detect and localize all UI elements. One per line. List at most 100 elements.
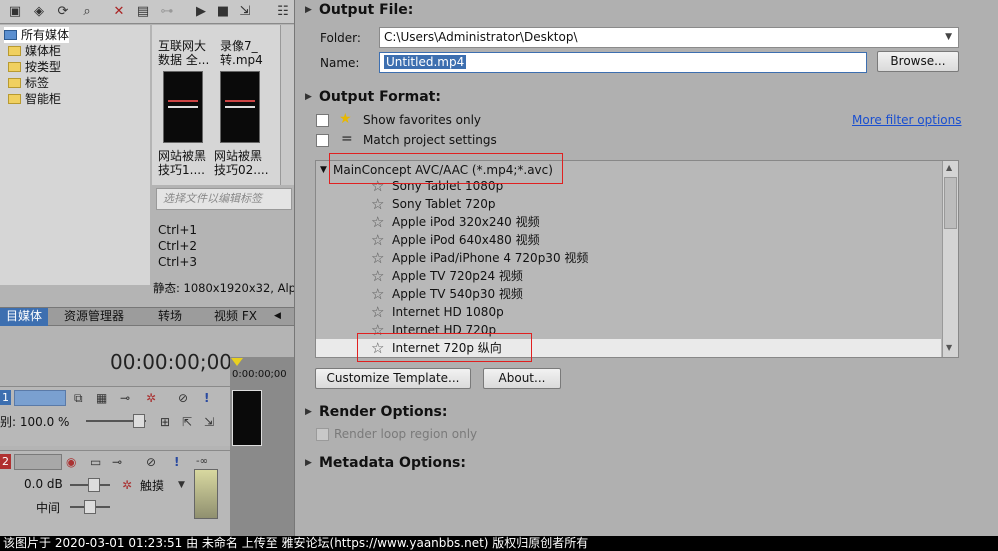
favorite-star-icon[interactable]: ☆ [371,196,384,212]
template-item[interactable]: ☆ Sony Tablet 720p [316,195,941,213]
track-collapse-icon[interactable]: ⇲ [204,415,214,429]
view-icon[interactable]: ☷ [274,3,292,21]
tab-video-fx[interactable]: 视频 FX [208,308,263,326]
favorite-star-icon[interactable]: ☆ [371,232,384,248]
template-label: Apple iPod 320x240 视频 [392,215,540,229]
thumb-title: 互联网大 数据 全... [158,39,214,67]
composite-icon[interactable]: ⊸ [120,391,130,405]
tree-item-tags[interactable]: 标签 [8,75,49,91]
metadata-options-section[interactable]: ▶ Metadata Options: [305,455,466,471]
search-media-icon[interactable]: ⌕ [78,3,96,21]
about-button[interactable]: About... [483,368,561,389]
output-file-section[interactable]: ▶ Output File: [305,2,413,18]
track-fx-icon[interactable]: ▭ [90,455,101,469]
favorite-star-icon[interactable]: ☆ [371,250,384,266]
track-level: 别: 100.0 % [0,415,70,429]
track-fx-icon[interactable]: ▦ [96,391,107,405]
chevron-down-icon[interactable]: ▼ [178,478,185,492]
template-list-scrollbar[interactable]: ▲ ▼ [942,161,958,357]
scroll-down-icon[interactable]: ▼ [946,343,952,352]
scrollbar-thumb[interactable] [944,177,957,229]
template-item[interactable]: ☆ Apple iPad/iPhone 4 720p30 视频 [316,249,941,267]
customize-template-button[interactable]: Customize Template... [315,368,471,389]
tab-scroll-left-icon[interactable]: ◀ [272,308,283,326]
tree-item-all-media[interactable]: 所有媒体 [4,27,70,43]
folder-icon [8,94,21,104]
video-clip[interactable] [232,390,262,446]
equals-icon: = [341,131,353,147]
gear-icon[interactable]: ✲ [146,391,156,405]
solo-icon[interactable]: ! [204,391,209,405]
favorite-star-icon[interactable]: ☆ [371,268,384,284]
thumbs-scrollbar[interactable] [280,25,294,185]
thumb-name-line: 网站被黑 [214,149,263,163]
tag-input[interactable]: 选择文件以编辑标签 [156,188,292,210]
folder-value: C:\Users\Administrator\Desktop\ [384,30,578,44]
show-favorites-checkbox[interactable] [316,114,329,127]
media-root-icon [4,30,17,40]
favorite-star-icon[interactable]: ☆ [371,214,384,230]
pan-slider-handle[interactable] [84,500,96,514]
track-number: 2 [0,454,11,469]
refresh-icon[interactable]: ⟳ [54,3,72,21]
arm-record-icon[interactable]: ◉ [66,455,76,469]
mute-icon[interactable]: ⊘ [178,391,188,405]
gear-icon[interactable]: ✲ [122,478,132,492]
ruler-time: 0:00:00;00 [232,369,287,380]
favorite-star-icon[interactable]: ☆ [371,286,384,302]
track-name-field[interactable] [14,454,62,470]
template-label: Apple TV 720p24 视频 [392,269,523,283]
tab-media[interactable]: 目媒体 [0,308,49,326]
folder-field[interactable]: C:\Users\Administrator\Desktop\ ▼ [379,27,959,48]
render-loop-checkbox[interactable] [316,428,329,441]
capture-icon[interactable]: ◈ [30,3,48,21]
name-field[interactable]: Untitled.mp4 [379,52,867,73]
remove-icon[interactable]: ✕ [110,3,128,21]
media-thumbnail[interactable] [163,71,203,143]
output-format-section[interactable]: ▶ Output Format: [305,89,441,105]
play-icon[interactable]: ▶ [192,3,210,21]
template-list: ▼ MainConcept AVC/AAC (*.mp4;*.avc) ☆ Sony… [315,160,959,358]
auto-preview-icon[interactable]: ⇲ [236,3,254,21]
automation-mode[interactable]: 触摸 [140,477,164,494]
name-label: Name: [320,56,360,70]
template-item[interactable]: ☆ Apple iPod 320x240 视频 [316,213,941,231]
tab-explorer[interactable]: 资源管理器 [58,308,130,326]
playhead-marker-icon[interactable] [231,358,243,366]
db-marks: -∞ [196,456,208,467]
track-expand-icon[interactable]: ⇱ [182,415,192,429]
properties-icon[interactable]: ▤ [134,3,152,21]
scroll-up-icon[interactable]: ▲ [946,163,952,172]
track-name-field[interactable] [14,390,66,406]
automation-icon[interactable]: ⊸ [112,455,122,469]
template-item[interactable]: ☆ Apple TV 540p30 视频 [316,285,941,303]
volume-slider-handle[interactable] [88,478,100,492]
tree-item-smart-bins[interactable]: 智能柜 [8,91,61,107]
solo-icon[interactable]: ! [174,455,179,469]
favorite-star-icon[interactable]: ☆ [371,304,384,320]
media-thumbnail[interactable] [220,71,260,143]
name-value: Untitled.mp4 [384,55,467,69]
template-item[interactable]: ☆ Apple TV 720p24 视频 [316,267,941,285]
render-options-section[interactable]: ▶ Render Options: [305,404,447,420]
browse-button[interactable]: Browse... [877,51,959,72]
template-item[interactable]: ☆ Internet HD 1080p [316,303,941,321]
stop-icon[interactable]: ■ [214,3,232,21]
effects-icon[interactable]: ⊶ [158,3,176,21]
timeline-ruler [230,357,294,536]
folder-icon [8,46,21,56]
tab-transitions[interactable]: 转场 [152,308,188,326]
mute-icon[interactable]: ⊘ [146,455,156,469]
tree-item-media-bins[interactable]: 媒体柜 [8,43,61,59]
template-label: Sony Tablet 720p [392,197,496,211]
tree-item-by-type[interactable]: 按类型 [8,59,61,75]
match-settings-checkbox[interactable] [316,134,329,147]
level-slider-handle[interactable] [133,414,145,428]
import-media-icon[interactable]: ▣ [6,3,24,21]
template-item[interactable]: ☆ Apple iPod 640x480 视频 [316,231,941,249]
shortcut-item: Ctrl+3 [158,255,198,269]
chevron-down-icon[interactable]: ▼ [945,28,952,47]
more-filter-options-link[interactable]: More filter options [852,113,962,127]
track-fx-chain-icon[interactable]: ⊞ [160,415,170,429]
track-motion-icon[interactable]: ⧉ [74,391,83,405]
